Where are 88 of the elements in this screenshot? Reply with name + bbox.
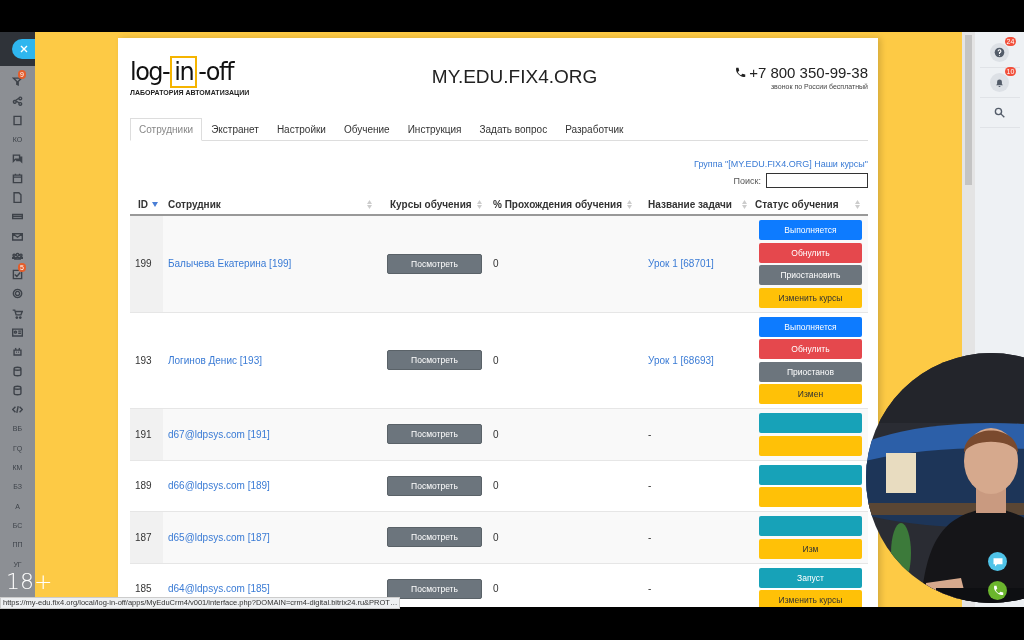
- status-button[interactable]: Обнулить: [759, 339, 862, 359]
- column-header[interactable]: Курсы обучения: [390, 198, 472, 210]
- robot-icon[interactable]: [12, 346, 23, 358]
- view-button[interactable]: Посмотреть: [387, 527, 482, 548]
- chat-icon: [991, 555, 1004, 568]
- cart-icon[interactable]: [12, 307, 23, 319]
- table-cell: -: [648, 480, 652, 492]
- nav-tab[interactable]: Обучение: [334, 118, 399, 141]
- scrollbar-thumb[interactable]: [965, 35, 972, 185]
- table-cell: -: [648, 583, 652, 595]
- table-cell: 185: [135, 583, 152, 595]
- status-button[interactable]: Запуст: [759, 567, 862, 588]
- view-button[interactable]: Посмотреть: [387, 578, 482, 599]
- employee-link[interactable]: d65@ldpsys.com [187]: [168, 531, 270, 543]
- view-button[interactable]: Посмотреть: [387, 424, 482, 445]
- employee-link[interactable]: d64@ldpsys.com [185]: [168, 583, 270, 595]
- contact-card-icon[interactable]: [12, 327, 23, 338]
- employee-link[interactable]: d66@ldpsys.com [189]: [168, 480, 270, 492]
- table-cell: -: [648, 428, 652, 440]
- column-header[interactable]: % Прохождения обучения: [493, 198, 623, 210]
- table-cell: 187: [135, 531, 152, 543]
- document-icon[interactable]: [12, 191, 23, 203]
- nav-tab[interactable]: Инструкция: [398, 118, 471, 141]
- employee-link[interactable]: Балычева Екатерина [199]: [168, 258, 292, 270]
- nav-tab[interactable]: Задать вопрос: [470, 118, 557, 141]
- table-cell: 189: [135, 480, 152, 492]
- table-cell: 193: [135, 354, 152, 366]
- phone-icon: [734, 66, 747, 79]
- nav-tab[interactable]: Экстранет: [202, 118, 268, 141]
- column-header[interactable]: Статус обучения: [755, 198, 839, 210]
- table-cell: -: [648, 531, 652, 543]
- task-link[interactable]: Урок 1 [68701]: [648, 258, 714, 270]
- nav-tab[interactable]: Сотрудники: [130, 118, 203, 141]
- status-button[interactable]: Обнулить: [759, 242, 862, 263]
- status-button[interactable]: [759, 464, 862, 485]
- search-field[interactable]: [766, 173, 868, 188]
- status-button[interactable]: Выполняется: [759, 316, 862, 337]
- table-cell: 0: [493, 480, 499, 492]
- search-icon[interactable]: [994, 107, 1005, 118]
- group-link[interactable]: Группа "[MY.EDU.FIX4.ORG] Наши курсы": [694, 159, 868, 169]
- status-button[interactable]: Выполняется: [759, 220, 862, 240]
- share-icon[interactable]: [12, 95, 23, 107]
- target-icon[interactable]: [12, 288, 23, 300]
- database-icon[interactable]: [12, 365, 23, 377]
- task-link[interactable]: Урок 1 [68693]: [648, 354, 714, 366]
- column-header[interactable]: Сотрудник: [168, 198, 221, 210]
- sort-desc-icon[interactable]: [152, 201, 158, 207]
- phone-number: +7 800 350-99-38: [749, 64, 868, 81]
- notifications-button[interactable]: [990, 73, 1009, 92]
- status-button[interactable]: Изм: [759, 538, 862, 559]
- column-header[interactable]: Название задачи: [648, 198, 732, 210]
- mail-icon[interactable]: [12, 230, 23, 242]
- site-title: MY.EDU.FIX4.ORG: [430, 65, 599, 88]
- status-button[interactable]: Приостановить: [759, 265, 862, 285]
- filter-icon[interactable]: [12, 76, 23, 88]
- bell-icon: [994, 77, 1005, 88]
- book-icon[interactable]: [12, 114, 23, 126]
- view-button[interactable]: Посмотреть: [387, 350, 482, 371]
- search-label: Поиск:: [733, 175, 761, 186]
- logo-wordmark: log- in -off: [130, 58, 233, 86]
- checkbox-icon[interactable]: [12, 269, 23, 281]
- status-button[interactable]: Изменить курсы: [759, 590, 862, 607]
- status-button[interactable]: Приостанов: [759, 361, 862, 382]
- close-button[interactable]: [12, 39, 35, 59]
- code-icon[interactable]: [12, 404, 23, 416]
- help-icon: [994, 47, 1005, 58]
- table-cell: 0: [493, 531, 499, 543]
- phone-icon: [991, 584, 1004, 597]
- close-icon: [19, 45, 28, 53]
- table-cell: 0: [493, 428, 499, 440]
- calendar-icon[interactable]: [12, 172, 23, 184]
- column-header[interactable]: ID: [138, 198, 148, 210]
- table-cell: 191: [135, 428, 152, 440]
- view-button[interactable]: Посмотреть: [387, 475, 482, 496]
- view-button[interactable]: Посмотреть: [387, 253, 482, 274]
- nav-tab[interactable]: Настройки: [267, 118, 335, 141]
- table-cell: 199: [135, 258, 152, 270]
- status-button[interactable]: Изменить курсы: [759, 287, 862, 308]
- employee-link[interactable]: Логинов Денис [193]: [168, 354, 262, 366]
- status-button[interactable]: Измен: [759, 384, 862, 404]
- chat-icon[interactable]: [12, 153, 23, 165]
- help-button[interactable]: [990, 43, 1009, 62]
- database-icon[interactable]: [12, 384, 23, 396]
- nav-tab[interactable]: Разработчик: [556, 118, 633, 141]
- table-cell: 0: [493, 583, 499, 595]
- employee-link[interactable]: d67@ldpsys.com [191]: [168, 428, 270, 440]
- table-cell: 0: [493, 258, 499, 270]
- table-cell: 0: [493, 354, 499, 366]
